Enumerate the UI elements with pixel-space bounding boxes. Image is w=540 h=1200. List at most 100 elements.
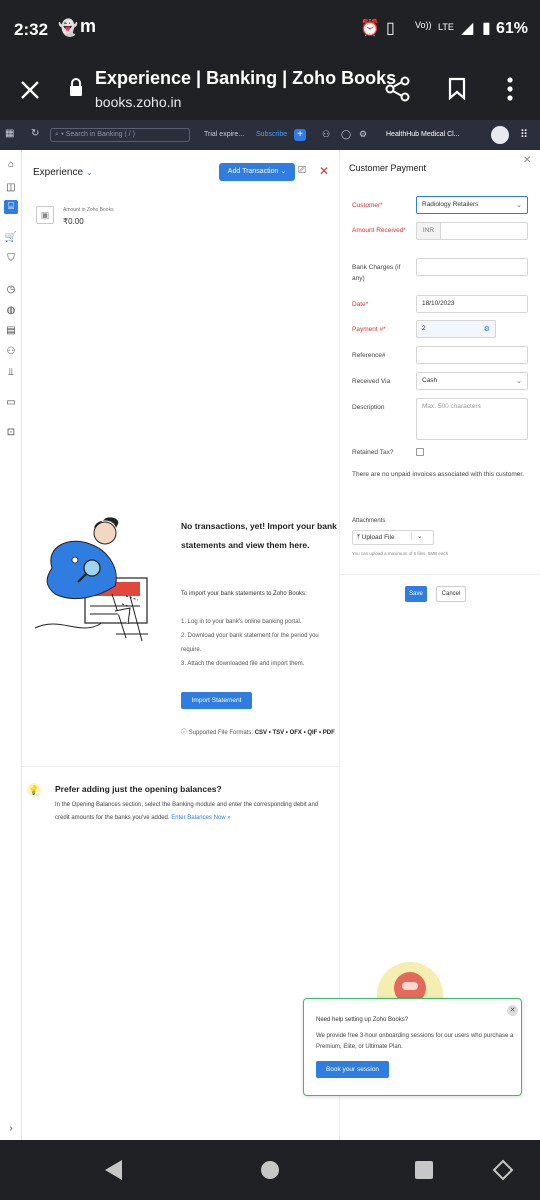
date-label: Date*: [352, 301, 369, 308]
time-tracking-icon[interactable]: ◷: [4, 283, 18, 297]
sidebar: ⌂ ◫ ⌸ 🛒 ⛉ ◷ ◍ ▤ ⚇ ⫫ ▭ ⊡ ›: [0, 150, 22, 1140]
date-input[interactable]: 18/10/2023: [416, 295, 528, 313]
reports-icon[interactable]: ⫫: [4, 366, 18, 380]
opening-balances-title: Prefer adding just the opening balances?: [55, 784, 222, 794]
import-step: 1. Log in to your bank's online banking …: [181, 619, 302, 625]
documents-icon[interactable]: ▭: [4, 396, 18, 410]
received-via-value: Cash: [422, 377, 438, 384]
share-icon[interactable]: [385, 76, 411, 102]
formats-prefix: Supported File Formats:: [188, 730, 254, 736]
home-button-icon[interactable]: [260, 1160, 280, 1180]
add-transaction-button[interactable]: Add Transaction ⌄: [219, 163, 295, 181]
status-bar: 2:32 👻 m ⏰ ▯ Vo)) LTE ◢ ▮ 61%: [0, 0, 540, 60]
purchases-icon[interactable]: ⛉: [4, 252, 18, 266]
formats-list: CSV • TSV • OFX • QIF • PDF: [254, 730, 335, 736]
trial-badge[interactable]: Trial expire...: [204, 131, 244, 138]
import-step: 2. Download your bank statement for the …: [181, 633, 319, 653]
payment-number-input[interactable]: 2 ⚙: [416, 320, 496, 338]
settings-gear-icon[interactable]: ⚙: [484, 325, 490, 333]
refresh-icon[interactable]: ↻: [31, 128, 39, 139]
home-icon[interactable]: ⌂: [4, 158, 18, 172]
account-selector[interactable]: Experience ⌄: [33, 167, 93, 178]
bank-charges-input[interactable]: [416, 258, 528, 276]
chevron-down-icon: ⌄: [516, 378, 522, 385]
apps-icon[interactable]: ⊡: [4, 426, 18, 440]
info-icon: ⓘ: [181, 730, 189, 736]
apps-grid-icon[interactable]: ⠿: [520, 128, 528, 141]
search-input[interactable]: ⌕ ▾ Search in Banking ( / ): [50, 128, 190, 142]
close-popup-icon[interactable]: ✕: [507, 1005, 518, 1016]
browser-toolbar: Experience | Banking | Zoho Books books.…: [0, 60, 540, 120]
book-session-button[interactable]: Book your session: [316, 1061, 389, 1078]
amount-received-input[interactable]: INR: [416, 222, 528, 240]
alarm-icon: ⏰: [360, 20, 380, 37]
network-type: LTE: [438, 22, 454, 32]
amount-label: Amount in Zoho Books: [63, 207, 114, 213]
cancel-button[interactable]: Cancel: [436, 586, 466, 602]
recents-icon[interactable]: [414, 1160, 434, 1180]
chevron-down-icon[interactable]: ⌄: [411, 532, 422, 540]
popup-title: Need help setting up Zoho Books?: [316, 1017, 409, 1023]
chat-icon[interactable]: ⎚: [298, 165, 306, 176]
expand-sidebar-icon[interactable]: ›: [4, 1122, 18, 1136]
description-textarea[interactable]: Max. 500 characters: [416, 398, 528, 440]
avatar[interactable]: [491, 126, 509, 144]
battery-icon: ▮: [482, 20, 491, 37]
subscribe-link[interactable]: Subscribe: [256, 131, 287, 138]
divider: [22, 766, 340, 767]
rotate-icon[interactable]: [492, 1159, 514, 1181]
upload-file-button[interactable]: ⤒ Upload File ⌄: [352, 530, 434, 545]
sales-icon[interactable]: 🛒: [4, 231, 18, 245]
close-tab-icon[interactable]: [20, 80, 40, 100]
description-placeholder: Max. 500 characters: [422, 403, 481, 410]
volte-icon: Vo)): [415, 20, 432, 30]
attachments-label: Attachments: [352, 518, 386, 524]
account-balance: ₹0.00: [63, 217, 84, 226]
import-statement-button[interactable]: Import Statement: [181, 692, 252, 709]
close-icon[interactable]: ✕: [523, 155, 531, 166]
signal-icon: ◢: [461, 20, 474, 37]
drawer-title: Customer Payment: [349, 163, 427, 173]
popup-body: We provide free 3-hour onboarding sessio…: [316, 1033, 514, 1050]
more-menu-icon[interactable]: [505, 76, 515, 104]
opening-balances-text: In the Opening Balances section, select …: [55, 799, 330, 825]
enter-balances-link[interactable]: Enter Balances Now »: [171, 815, 230, 821]
customer-select[interactable]: Radiology Retailers ⌄: [416, 196, 528, 214]
description-label: Description: [352, 404, 385, 411]
settings-icon[interactable]: ⚙: [359, 129, 367, 140]
import-steps-list: 1. Log in to your bank's online banking …: [181, 615, 339, 671]
back-icon[interactable]: [104, 1159, 124, 1181]
organization-switcher[interactable]: HealthHub Medical Cl...: [386, 131, 460, 138]
close-account-icon[interactable]: ✕: [319, 164, 329, 178]
accountant-icon[interactable]: ◍: [4, 304, 18, 318]
upload-label: Upload File: [361, 534, 395, 541]
search-placeholder: Search in Banking ( / ): [65, 131, 136, 138]
quick-create-button[interactable]: +: [294, 129, 306, 141]
lightbulb-icon: 💡: [27, 783, 41, 797]
users-icon[interactable]: ⚇: [322, 129, 330, 140]
notifications-icon[interactable]: ◯: [341, 129, 351, 140]
app-header: ▦ ↻ ⌕ ▾ Search in Banking ( / ) Trial ex…: [0, 120, 540, 150]
reference-input[interactable]: [416, 346, 528, 364]
banking-icon[interactable]: ⌸: [4, 200, 18, 214]
empty-state-title: No transactions, yet! Import your bank s…: [181, 521, 337, 550]
reports-doc-icon[interactable]: ▤: [4, 324, 18, 338]
retained-tax-checkbox[interactable]: [416, 448, 424, 456]
divider: [340, 574, 540, 575]
system-navigation-bar: [0, 1140, 540, 1200]
save-button[interactable]: Save: [405, 586, 427, 602]
lock-icon: [70, 78, 82, 96]
amount-received-label: Amount Received*: [352, 227, 406, 234]
retained-tax-label: Retained Tax?: [352, 449, 394, 456]
received-via-select[interactable]: Cash ⌄: [416, 372, 528, 390]
upload-hint: You can upload a maximum of 5 files, 5MB…: [352, 551, 449, 556]
date-value: 18/10/2023: [422, 300, 455, 307]
page-url[interactable]: books.zoho.in: [95, 94, 181, 110]
bookmark-icon[interactable]: [448, 77, 466, 101]
payment-number-value: 2: [422, 325, 426, 332]
banking-module-icon[interactable]: ▦: [5, 128, 14, 139]
page-title[interactable]: Experience | Banking | Zoho Books: [95, 68, 396, 89]
chevron-down-icon: ⌄: [516, 202, 522, 209]
contacts-icon[interactable]: ⚇: [4, 345, 18, 359]
items-icon[interactable]: ◫: [4, 181, 18, 195]
